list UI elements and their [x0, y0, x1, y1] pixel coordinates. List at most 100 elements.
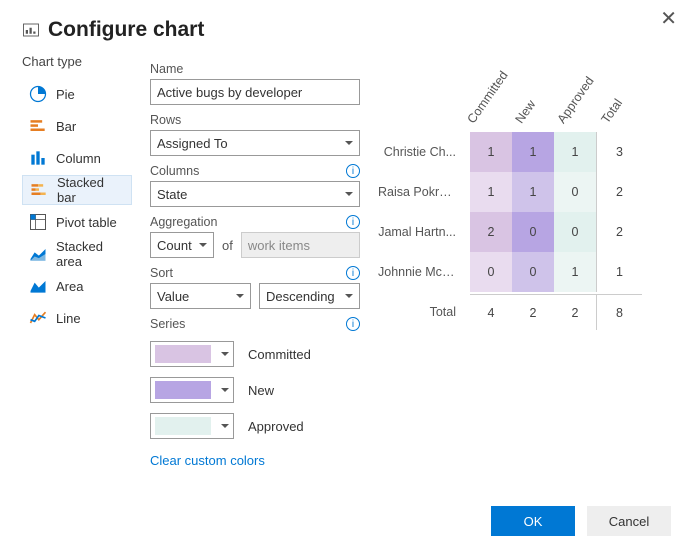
- name-input[interactable]: Active bugs by developer: [150, 79, 360, 105]
- chart-type-column[interactable]: Column: [22, 143, 132, 173]
- aggregation-of: of: [222, 238, 233, 253]
- sort-direction-value: Descending: [266, 289, 335, 304]
- preview-row: Christie Ch... 1 1 1 3: [378, 132, 669, 172]
- preview-cell: 1: [512, 172, 554, 212]
- series-color-select[interactable]: [150, 341, 234, 367]
- rows-label: Rows: [150, 113, 360, 127]
- preview-row: Raisa Pokro... 1 1 0 2: [378, 172, 669, 212]
- chart-type-stacked-bar[interactable]: Stacked bar: [22, 175, 132, 205]
- area-icon: [28, 276, 48, 296]
- preview-totals-label: Total: [378, 305, 470, 319]
- color-swatch: [155, 417, 211, 435]
- bar-icon: [28, 116, 48, 136]
- preview-totals-row: Total 4 2 2 8: [378, 292, 669, 332]
- chart-type-label: Stacked area: [56, 239, 126, 269]
- chart-type-header: Chart type: [22, 54, 132, 69]
- preview-cell-total: 2: [596, 172, 642, 212]
- preview-cell-total: 1: [596, 252, 642, 292]
- rows-select[interactable]: Assigned To: [150, 130, 360, 156]
- name-label: Name: [150, 62, 360, 76]
- stacked-bar-icon: [29, 180, 49, 200]
- preview-row-name: Jamal Hartn...: [378, 225, 470, 239]
- chart-type-stacked-area[interactable]: Stacked area: [22, 239, 132, 269]
- chart-type-bar[interactable]: Bar: [22, 111, 132, 141]
- pie-icon: [28, 84, 48, 104]
- columns-value: State: [157, 187, 187, 202]
- info-icon[interactable]: i: [346, 266, 360, 280]
- chart-icon: [22, 21, 40, 39]
- rows-value: Assigned To: [157, 136, 228, 151]
- preview-cell-total: 8: [596, 294, 642, 330]
- chart-type-pie[interactable]: Pie: [22, 79, 132, 109]
- preview-cell: 0: [512, 212, 554, 252]
- preview-cell: 2: [470, 212, 512, 252]
- preview-cell-total: 3: [596, 132, 642, 172]
- chart-type-pivot-table[interactable]: Pivot table: [22, 207, 132, 237]
- aggregation-label: Aggregation: [150, 215, 217, 229]
- stacked-area-icon: [28, 244, 48, 264]
- info-icon[interactable]: i: [346, 215, 360, 229]
- pivot-table-icon: [28, 212, 48, 232]
- series-item-new: New: [150, 377, 360, 403]
- chart-type-line[interactable]: Line: [22, 303, 132, 333]
- series-item-committed: Committed: [150, 341, 360, 367]
- preview-row: Johnnie McL... 0 0 1 1: [378, 252, 669, 292]
- preview-cell: 1: [470, 132, 512, 172]
- chart-preview: Committed New Approved Total Christie Ch…: [378, 54, 669, 468]
- preview-col-header: New: [513, 97, 539, 126]
- preview-row: Jamal Hartn... 2 0 0 2: [378, 212, 669, 252]
- preview-cell: 4: [470, 294, 512, 330]
- line-icon: [28, 308, 48, 328]
- series-color-select[interactable]: [150, 377, 234, 403]
- sort-field-select[interactable]: Value: [150, 283, 251, 309]
- sort-field-value: Value: [157, 289, 189, 304]
- chart-type-label: Bar: [56, 119, 76, 134]
- series-label: Series: [150, 317, 185, 331]
- preview-cell: 1: [554, 132, 596, 172]
- preview-cell: 2: [554, 294, 596, 330]
- configure-chart-dialog: ✕ Configure chart Chart type Pie Bar Col…: [0, 0, 691, 468]
- series-item-approved: Approved: [150, 413, 360, 439]
- preview-cell: 2: [512, 294, 554, 330]
- series-name: Approved: [248, 419, 304, 434]
- chart-type-label: Column: [56, 151, 101, 166]
- dialog-title: Configure chart: [48, 18, 204, 42]
- cancel-button[interactable]: Cancel: [587, 506, 671, 536]
- clear-custom-colors-link[interactable]: Clear custom colors: [150, 453, 265, 468]
- chart-type-list: Chart type Pie Bar Column Stacked bar Pi…: [22, 54, 132, 468]
- preview-cell: 0: [470, 252, 512, 292]
- chart-type-label: Area: [56, 279, 83, 294]
- preview-cell: 0: [512, 252, 554, 292]
- preview-cell-total: 2: [596, 212, 642, 252]
- chart-type-label: Pivot table: [56, 215, 117, 230]
- chart-type-label: Line: [56, 311, 81, 326]
- chart-type-area[interactable]: Area: [22, 271, 132, 301]
- preview-cell: 1: [554, 252, 596, 292]
- preview-col-header: Total: [599, 96, 626, 126]
- preview-cell: 1: [470, 172, 512, 212]
- series-color-select[interactable]: [150, 413, 234, 439]
- preview-row-name: Christie Ch...: [378, 145, 470, 159]
- sort-direction-select[interactable]: Descending: [259, 283, 360, 309]
- dialog-footer: OK Cancel: [471, 494, 691, 548]
- series-name: New: [248, 383, 274, 398]
- info-icon[interactable]: i: [346, 164, 360, 178]
- preview-cell: 0: [554, 172, 596, 212]
- info-icon[interactable]: i: [346, 317, 360, 331]
- ok-button[interactable]: OK: [491, 506, 575, 536]
- preview-cell: 0: [554, 212, 596, 252]
- preview-col-header: Approved: [555, 74, 597, 126]
- aggregation-select[interactable]: Count: [150, 232, 214, 258]
- color-swatch: [155, 345, 211, 363]
- color-swatch: [155, 381, 211, 399]
- aggregation-unit: work items: [241, 232, 360, 258]
- columns-label: Columns: [150, 164, 199, 178]
- columns-select[interactable]: State: [150, 181, 360, 207]
- preview-col-header: Committed: [465, 68, 511, 126]
- aggregation-value: Count: [157, 238, 192, 253]
- preview-row-name: Raisa Pokro...: [378, 185, 470, 199]
- column-icon: [28, 148, 48, 168]
- chart-type-label: Stacked bar: [57, 175, 125, 205]
- close-icon[interactable]: ✕: [660, 6, 677, 31]
- sort-label: Sort: [150, 266, 173, 280]
